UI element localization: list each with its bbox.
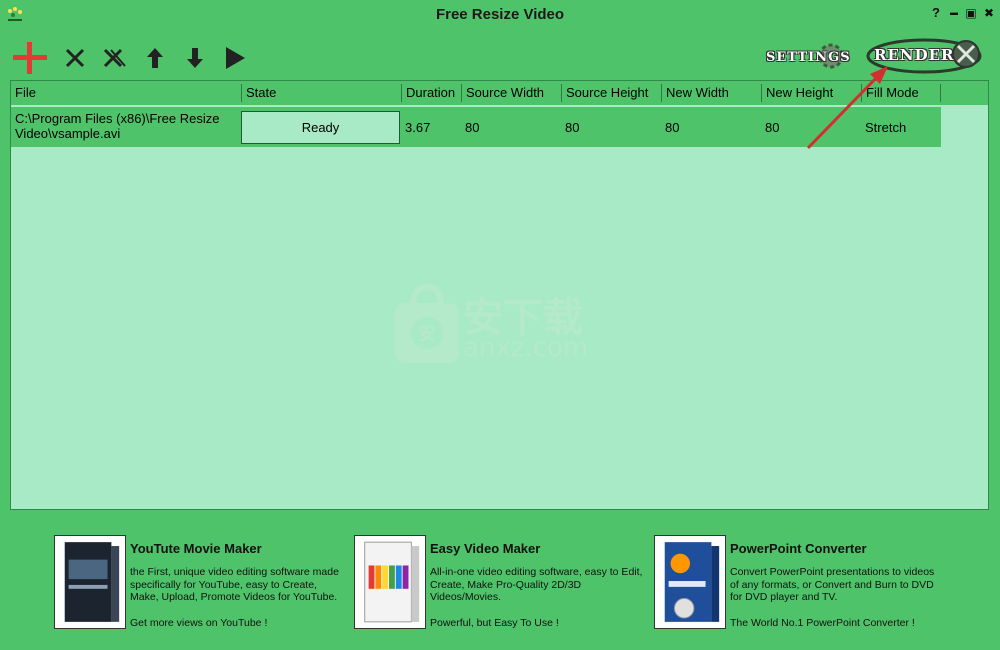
ad-powerpoint-converter[interactable]: PowerPoint Converter Convert PowerPoint … (654, 535, 944, 631)
new-width-cell: 80 (665, 120, 680, 135)
annotation-arrow (806, 66, 888, 150)
ad-description: the First, unique video editing software… (130, 566, 339, 604)
play-button[interactable] (219, 40, 251, 76)
source-height-cell: 80 (565, 120, 580, 135)
play-icon (226, 47, 245, 69)
ad-tagline: The World No.1 PowerPoint Converter ! (730, 617, 915, 629)
window-title: Free Resize Video (435, 6, 565, 23)
product-box-image (54, 535, 126, 629)
ad-title[interactable]: PowerPoint Converter (730, 541, 867, 556)
move-down-button[interactable] (179, 40, 211, 76)
state-cell: Ready (241, 111, 400, 144)
watermark: 安 安下载 anxz.com (391, 281, 611, 371)
help-button[interactable]: ? (928, 5, 944, 21)
file-path-line: C:\Program Files (x86)\Free Resize (15, 111, 220, 126)
ad-tagline: Get more views on YouTube ! (130, 617, 268, 629)
product-box-image (354, 535, 426, 629)
remove-all-button[interactable] (99, 40, 131, 76)
header-filler (941, 81, 988, 105)
file-path-cell: C:\Program Files (x86)\Free Resize Video… (15, 111, 219, 141)
column-new-width[interactable]: New Width (662, 81, 761, 105)
ad-description: All-in-one video editing software, easy … (430, 566, 643, 604)
title-bar: Free Resize Video ? ▬ ▣ ✖ (0, 0, 1000, 30)
shopping-bag-icon: 安 (395, 283, 459, 363)
ad-easy-video-maker[interactable]: Easy Video Maker All-in-one video editin… (354, 535, 644, 631)
column-source-width[interactable]: Source Width (462, 81, 561, 105)
ad-description: Convert PowerPoint presentations to vide… (730, 566, 935, 604)
source-width-cell: 80 (465, 120, 480, 135)
watermark-domain-text: anxz.com (463, 333, 589, 363)
ad-tagline: Powerful, but Easy To Use ! (430, 617, 559, 629)
duration-cell: 3.67 (405, 120, 431, 135)
file-path-line: Video\vsample.avi (15, 126, 121, 141)
add-file-button[interactable] (12, 40, 48, 76)
move-up-button[interactable] (139, 40, 171, 76)
move-down-icon (187, 48, 203, 68)
ad-title[interactable]: Easy Video Maker (430, 541, 540, 556)
new-height-cell: 80 (765, 120, 780, 135)
remove-button[interactable] (59, 40, 91, 76)
add-icon (13, 42, 47, 74)
svg-text:安: 安 (418, 323, 436, 345)
close-button[interactable]: ✖ (981, 5, 997, 21)
column-source-height[interactable]: Source Height (562, 81, 661, 105)
remove-all-icon (103, 48, 126, 68)
minimize-button[interactable]: ▬ (946, 5, 962, 21)
column-duration[interactable]: Duration (402, 81, 461, 105)
column-state[interactable]: State (242, 81, 400, 105)
maximize-button[interactable]: ▣ (963, 5, 979, 21)
remove-icon (65, 48, 85, 68)
move-up-icon (147, 48, 163, 68)
ad-youtube-movie-maker[interactable]: YouTute Movie Maker the First, unique vi… (54, 535, 344, 631)
ad-title[interactable]: YouTute Movie Maker (130, 541, 262, 556)
column-file[interactable]: File (11, 81, 240, 105)
product-box-image (654, 535, 726, 629)
